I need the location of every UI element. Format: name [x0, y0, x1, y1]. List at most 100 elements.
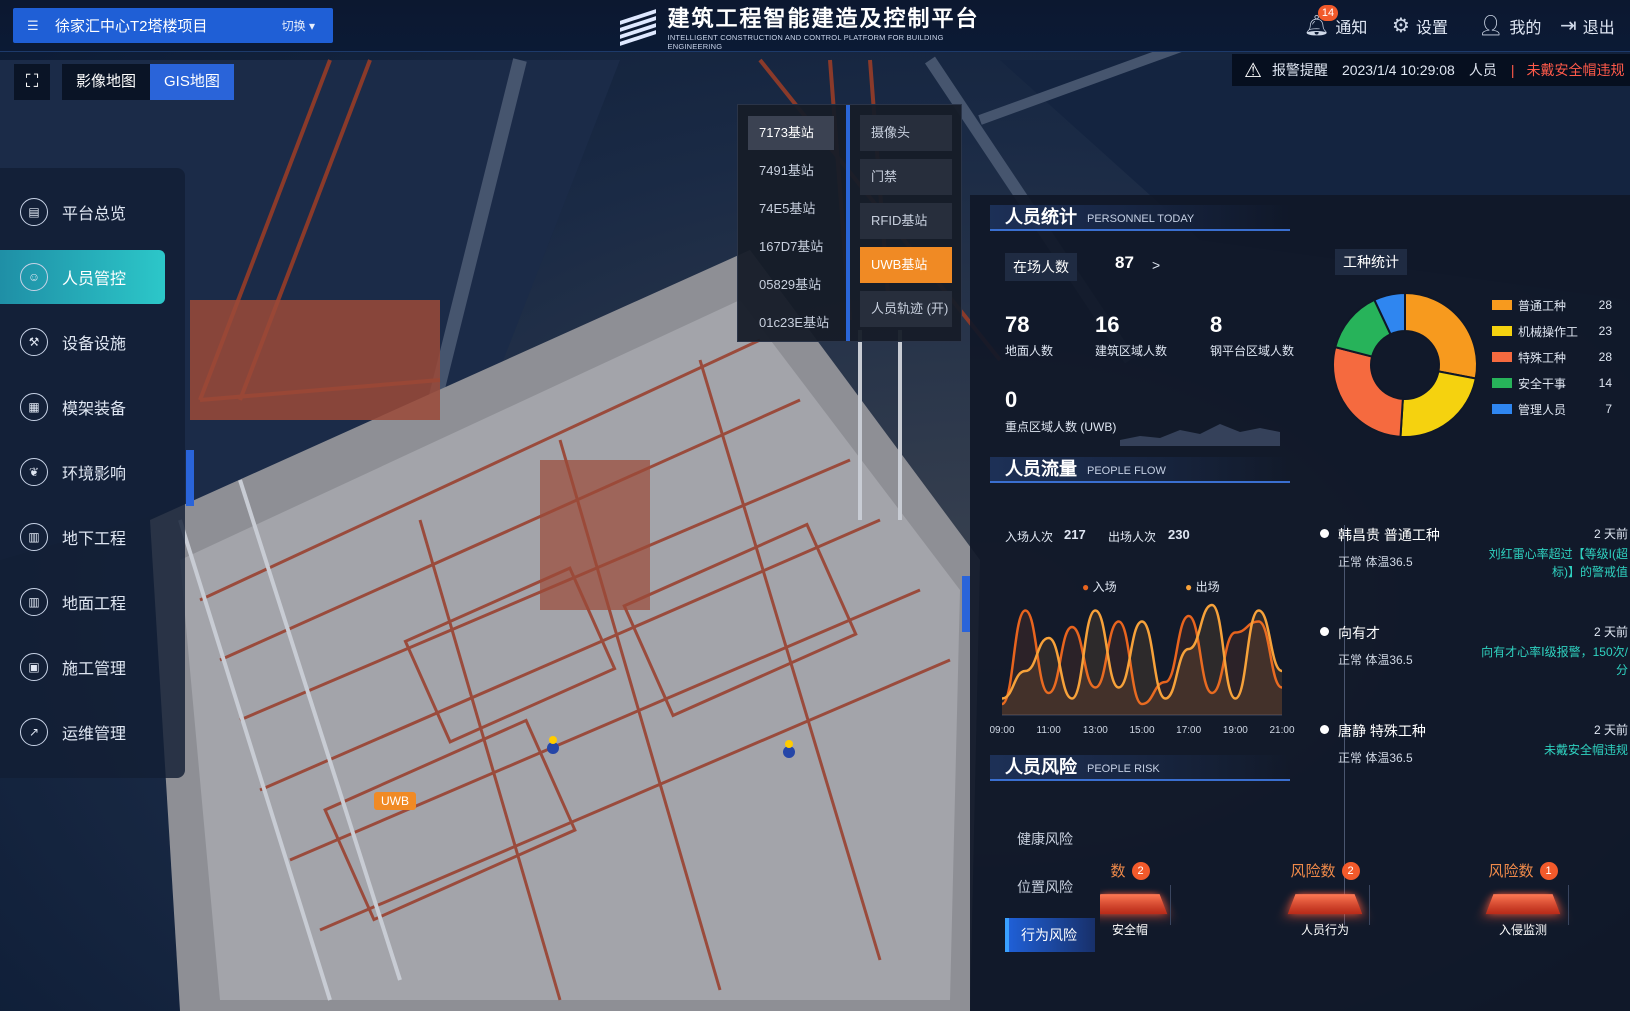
x-tick-label: 19:00: [1223, 725, 1248, 735]
legend-out: ● 出场: [1185, 580, 1220, 594]
risk-col-behavior[interactable]: 风险数 2 人员行为: [1265, 860, 1385, 938]
x-tick-label: 15:00: [1129, 725, 1154, 735]
tab-image-map[interactable]: 影像地图: [62, 64, 151, 100]
timeline-item[interactable]: 唐静 特殊工种 2 天前 正常 体温36.5 未戴安全帽违规: [1320, 721, 1628, 766]
risk-platform-icon: [1287, 894, 1363, 915]
uwb-tag[interactable]: UWB: [374, 792, 416, 810]
steel-label: 钢平台区域人数: [1210, 344, 1295, 358]
device-filter-uwb[interactable]: UWB基站: [860, 247, 952, 283]
timeline-dot: [1320, 529, 1329, 538]
device-filter-track[interactable]: 人员轨迹 (开): [860, 291, 952, 327]
legend-swatch: [1492, 326, 1512, 336]
sidebar-item-environment[interactable]: ❦ 环境影响: [0, 445, 165, 499]
donut-slice: [1404, 291, 1478, 380]
x-tick-label: 13:00: [1083, 725, 1108, 735]
legend-name: 管理人员: [1518, 402, 1567, 417]
project-selector[interactable]: ☰ 徐家汇中心T2塔楼项目 切换 ▾: [13, 8, 333, 43]
settings-button[interactable]: ⚙ 设置: [1392, 13, 1448, 38]
risk-divider: [1170, 885, 1171, 925]
sidebar-item-equipment[interactable]: ⚒ 设备设施: [0, 315, 165, 369]
legend-row: 管理人员 7: [1492, 399, 1612, 419]
out-count-label: 出场人次: [1108, 530, 1157, 544]
formwork-icon: ▦: [20, 393, 48, 421]
alarm-datetime: 2023/1/4 10:29:08: [1341, 62, 1455, 78]
building-value: 16: [1095, 312, 1120, 337]
station-item[interactable]: 01c23E基站: [748, 306, 834, 340]
risk-platform-icon: [1485, 894, 1561, 915]
risk-col-helmet[interactable]: 数2 安全帽: [1100, 860, 1190, 938]
legend-name: 特殊工种: [1518, 350, 1567, 365]
sidebar-item-maintenance[interactable]: ↗ 运维管理: [0, 705, 165, 759]
tab-health-risk[interactable]: 健康风险: [1005, 822, 1095, 856]
station-item[interactable]: 167D7基站: [748, 230, 834, 264]
legend-value: 28: [1598, 298, 1612, 312]
onsite-label: 在场人数: [1005, 253, 1077, 281]
timeline-dot: [1320, 627, 1329, 636]
personnel-icon: ☺: [20, 263, 48, 291]
device-filter-gate[interactable]: 门禁: [860, 159, 952, 195]
sidebar-item-personnel[interactable]: ☺ 人员管控: [0, 250, 165, 304]
alarm-label: 报警提醒: [1271, 62, 1328, 78]
sidebar-item-underground[interactable]: ▥ 地下工程: [0, 510, 165, 564]
station-item[interactable]: 7173基站: [748, 116, 834, 150]
timeline-item[interactable]: 向有才 2 天前 正常 体温36.5 向有才心率Ⅰ级报警，150次/分: [1320, 623, 1628, 677]
legend-in: ● 入场: [1082, 580, 1117, 594]
sidebar-item-overview[interactable]: ▤ 平台总览: [0, 185, 165, 239]
sidebar-item-ground[interactable]: ▥ 地面工程: [0, 575, 165, 629]
onsite-value: 87: [1115, 253, 1134, 272]
key-area-sparkline: [1120, 424, 1280, 446]
ground-icon: ▥: [20, 588, 48, 616]
platform-title-en: INTELLIGENT CONSTRUCTION AND CONTROL PLA…: [667, 33, 944, 51]
risk-divider: [1369, 885, 1370, 925]
profile-button[interactable]: 👤︎ 我的: [1478, 13, 1541, 38]
station-divider: [846, 105, 850, 341]
switch-project-button[interactable]: 切换 ▾: [282, 17, 315, 34]
in-count-value: 217: [1064, 527, 1086, 542]
worktype-donut-chart: [1332, 291, 1478, 438]
sidebar-item-construction[interactable]: ▣ 施工管理: [0, 640, 165, 694]
tab-behavior-risk[interactable]: 行为风险: [1005, 918, 1095, 952]
ground-label: 地面人数: [1005, 344, 1054, 358]
timeline-item[interactable]: 韩昌贵 普通工种 2 天前 正常 体温36.5 刘红雷心率超过【等级I(超标)】…: [1320, 525, 1628, 579]
legend-value: 7: [1605, 402, 1612, 416]
out-count-value: 230: [1168, 527, 1190, 542]
personnel-stats-title: 人员统计 PERSONNEL TODAY: [990, 205, 1290, 231]
x-tick-label: 21:00: [1269, 725, 1294, 735]
legend-name: 普通工种: [1518, 298, 1567, 313]
collapse-right-handle[interactable]: [962, 576, 970, 632]
legend-row: 普通工种 28: [1492, 295, 1612, 315]
legend-name: 安全干事: [1518, 376, 1567, 391]
logout-button[interactable]: ⇥ 退出: [1560, 13, 1615, 38]
logout-icon: ⇥: [1560, 15, 1577, 37]
collapse-left-handle[interactable]: [186, 450, 194, 506]
onsite-detail-arrow[interactable]: >: [1152, 257, 1160, 273]
legend-value: 28: [1598, 350, 1612, 364]
underground-icon: ▥: [20, 523, 48, 551]
warning-icon: ⚠: [1244, 59, 1262, 82]
gear-icon: ⚙: [1392, 15, 1410, 37]
device-filter-rfid[interactable]: RFID基站: [860, 203, 952, 239]
steel-value: 8: [1210, 312, 1223, 337]
top-bar: ☰ 徐家汇中心T2塔楼项目 切换 ▾ 建筑工程智能建造及控制平台 INTELLI…: [0, 0, 1630, 52]
map-toggle: ⛶ 影像地图 GIS地图: [14, 64, 234, 100]
x-tick-label: 17:00: [1176, 725, 1201, 735]
building-logo-icon: [620, 9, 658, 46]
tab-gis-map[interactable]: GIS地图: [150, 64, 234, 100]
station-item[interactable]: 74E5基站: [748, 192, 834, 226]
right-panel: 人员统计 PERSONNEL TODAY 在场人数 87 > 7 8 地面人数 1…: [970, 195, 1630, 1011]
alarm-ticker[interactable]: ⚠ 报警提醒 2023/1/4 10:29:08 人员 | 未戴安全帽违规: [1232, 54, 1630, 86]
station-item[interactable]: 05829基站: [748, 268, 834, 302]
sidebar-item-formwork[interactable]: ▦ 模架装备: [0, 380, 165, 434]
sidebar: ▤ 平台总览 ☺ 人员管控 ⚒ 设备设施 ▦ 模架装备 ❦ 环境影响 ▥ 地下工程 ▥ 地面工…: [0, 168, 185, 778]
device-filter-camera[interactable]: 摄像头: [860, 115, 952, 151]
legend-value: 14: [1598, 376, 1612, 390]
legend-value: 23: [1598, 324, 1612, 338]
tab-location-risk[interactable]: 位置风险: [1005, 870, 1095, 904]
people-flow-chart: 09:00 11:00 13:00 15:00 17:00 19:00 21:00: [990, 603, 1295, 735]
platform-title: 建筑工程智能建造及控制平台: [667, 6, 980, 31]
station-item[interactable]: 7491基站: [748, 154, 834, 188]
in-count-label: 入场人次: [1005, 530, 1054, 544]
fullscreen-icon[interactable]: ⛶: [14, 64, 50, 100]
platform-logo: 建筑工程智能建造及控制平台 INTELLIGENT CONSTRUCTION A…: [620, 6, 980, 51]
risk-col-intrusion[interactable]: 风险数 1 入侵监测: [1463, 860, 1583, 938]
